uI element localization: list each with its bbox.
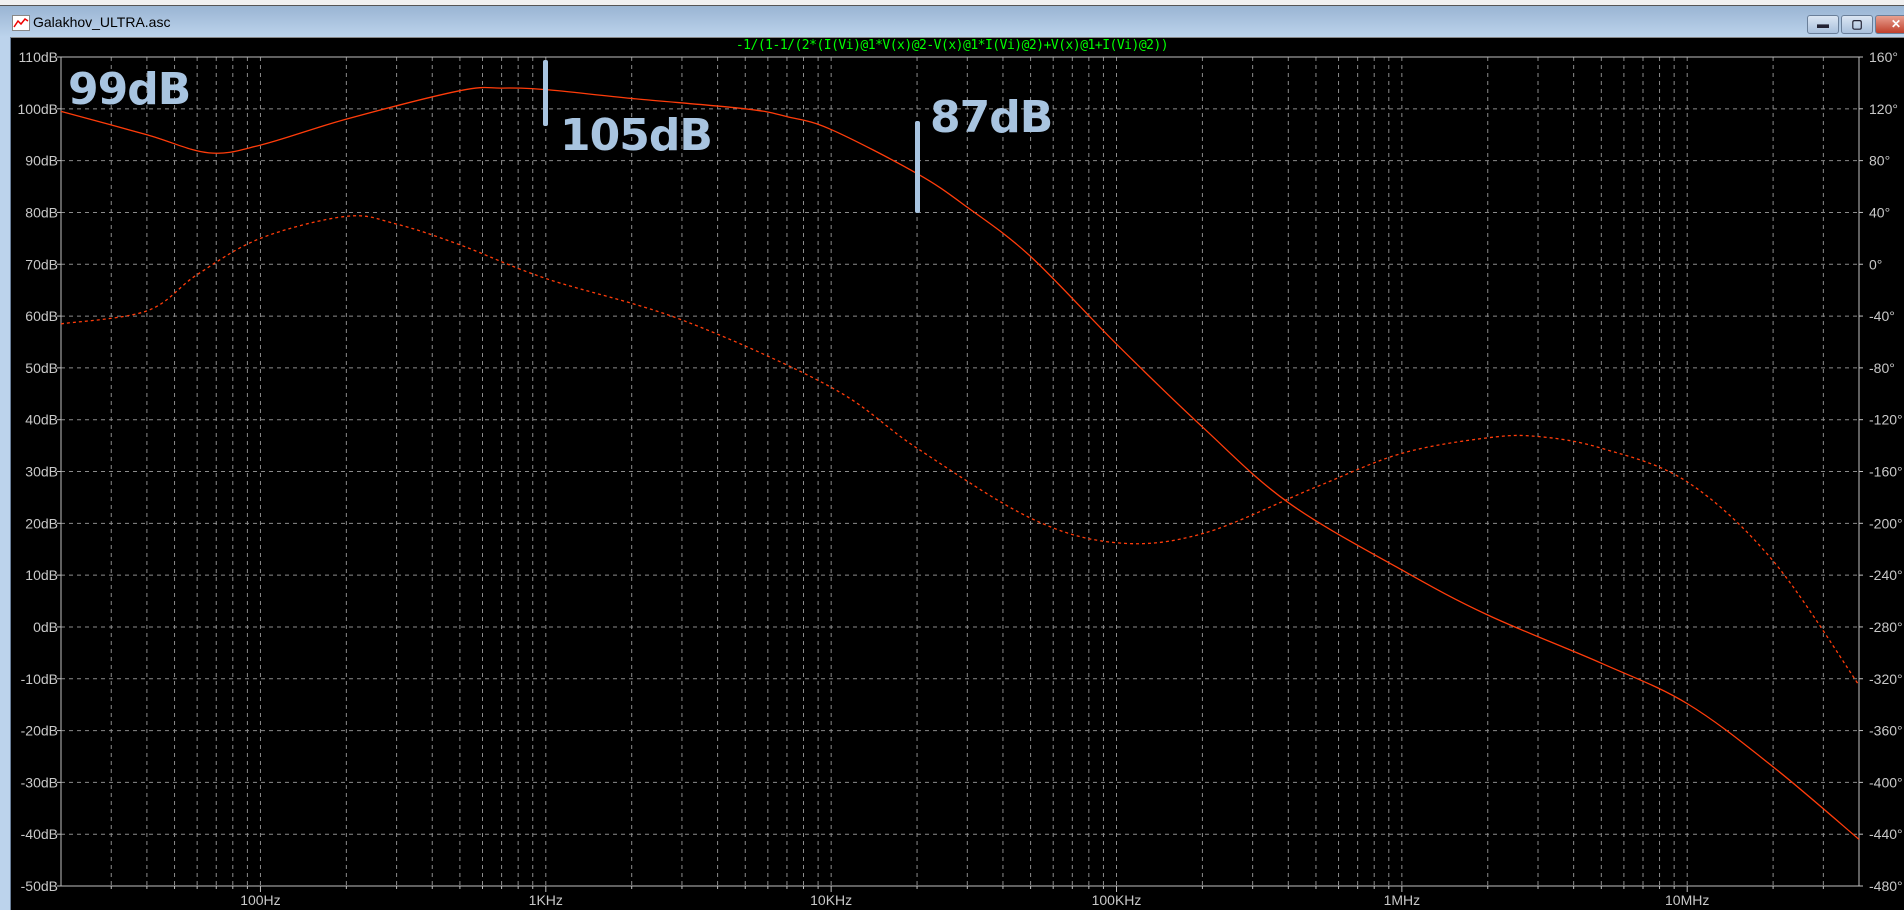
y-left-tick-label: 80dB bbox=[25, 204, 58, 220]
x-tick-label: 100KHz bbox=[1092, 892, 1142, 908]
y-right-tick-label: 120° bbox=[1869, 101, 1898, 117]
y-left-tick-label: -30dB bbox=[21, 774, 58, 790]
y-left-tick-label: 60dB bbox=[25, 308, 58, 324]
x-tick-label: 1KHz bbox=[529, 892, 563, 908]
y-left-tick-label: 40dB bbox=[25, 412, 58, 428]
y-right-tick-label: -160° bbox=[1869, 464, 1903, 480]
y-left-tick-label: -10dB bbox=[21, 671, 58, 687]
y-left-tick-label: -50dB bbox=[21, 878, 58, 894]
y-right-tick-label: 40° bbox=[1869, 204, 1890, 220]
y-right-tick-label: -360° bbox=[1869, 723, 1903, 739]
y-right-tick-label: -200° bbox=[1869, 515, 1903, 531]
y-right-tick-label: -40° bbox=[1869, 308, 1895, 324]
y-right-tick-label: -80° bbox=[1869, 360, 1895, 376]
y-left-tick-label: 70dB bbox=[25, 256, 58, 272]
annotation-marker-20khz bbox=[915, 121, 920, 213]
y-left-tick-label: -40dB bbox=[21, 826, 58, 842]
y-left-tick-label: 90dB bbox=[25, 153, 58, 169]
annotation-87db: 87dB bbox=[930, 92, 1053, 143]
y-right-tick-label: -280° bbox=[1869, 619, 1903, 635]
series-magnitude-line bbox=[60, 86, 1860, 840]
annotation-105db: 105dB bbox=[560, 110, 713, 161]
x-tick-label: 10KHz bbox=[810, 892, 852, 908]
x-tick-label: 1MHz bbox=[1384, 892, 1421, 908]
y-right-tick-label: 80° bbox=[1869, 153, 1890, 169]
y-right-tick-label: -240° bbox=[1869, 567, 1903, 583]
x-tick-label: 100Hz bbox=[240, 892, 280, 908]
y-left-tick-label: 10dB bbox=[25, 567, 58, 583]
series-phase-line bbox=[60, 215, 1860, 686]
y-left-tick-label: 100dB bbox=[18, 101, 58, 117]
x-tick-label: 10MHz bbox=[1665, 892, 1709, 908]
y-left-tick-label: -20dB bbox=[21, 723, 58, 739]
y-right-tick-label: -400° bbox=[1869, 774, 1903, 790]
y-right-tick-label: -440° bbox=[1869, 826, 1903, 842]
y-left-tick-label: 0dB bbox=[33, 619, 58, 635]
y-right-tick-label: -480° bbox=[1869, 878, 1903, 894]
y-right-tick-label: 0° bbox=[1869, 256, 1882, 272]
y-left-tick-label: 50dB bbox=[25, 360, 58, 376]
y-left-tick-label: 30dB bbox=[25, 464, 58, 480]
trace-label[interactable]: -1/(1-1/(2*(I(Vi)@1*V(x)@2-V(x)@1*I(Vi)@… bbox=[0, 38, 1904, 53]
annotation-marker-1khz bbox=[543, 60, 548, 126]
y-left-tick-label: 20dB bbox=[25, 515, 58, 531]
y-right-tick-label: -120° bbox=[1869, 412, 1903, 428]
y-right-tick-label: -320° bbox=[1869, 671, 1903, 687]
annotation-99db: 99dB bbox=[68, 64, 191, 115]
